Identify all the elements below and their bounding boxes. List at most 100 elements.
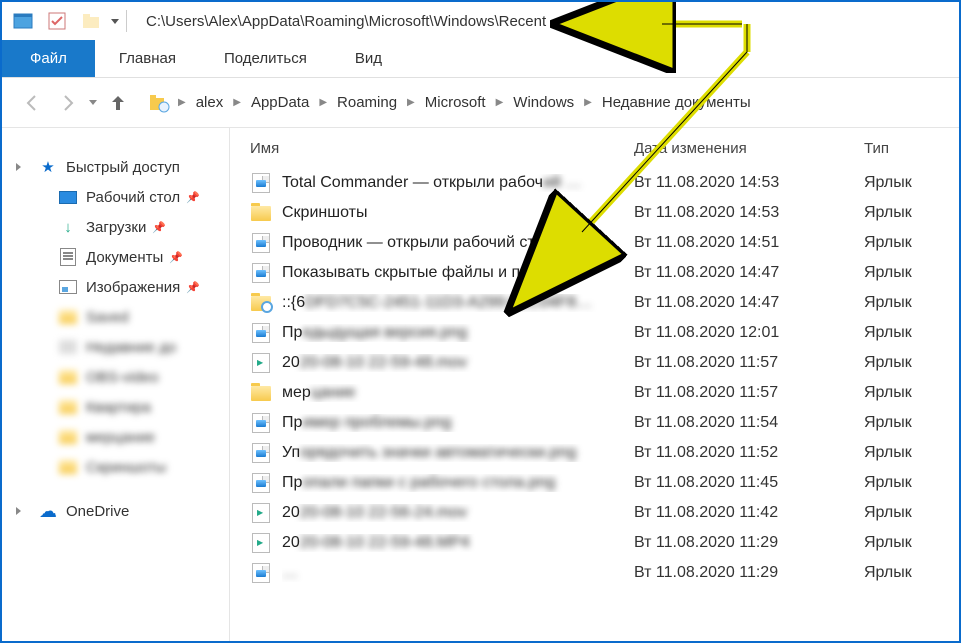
folder-icon [250, 202, 272, 224]
tab-view[interactable]: Вид [331, 40, 406, 77]
file-type: Ярлык [864, 534, 959, 552]
sidebar-item[interactable]: OBS-video [2, 362, 229, 392]
file-date: Вт 11.08.2020 14:47 [634, 294, 864, 312]
breadcrumb[interactable]: ▶ alex ▶ AppData ▶ Roaming ▶ Microsoft ▶… [144, 87, 947, 119]
sidebar-item[interactable]: Saved [2, 302, 229, 332]
chevron-right-icon: ▶ [494, 97, 506, 108]
file-row[interactable]: мерцаниеВт 11.08.2020 11:57Ярлык [230, 378, 959, 408]
downloads-icon: ↓ [58, 217, 78, 237]
explorer-window: C:\Users\Alex\AppData\Roaming\Microsoft\… [0, 0, 961, 643]
breadcrumb-seg[interactable]: Недавние документы [594, 94, 759, 111]
file-date: Вт 11.08.2020 11:42 [634, 504, 864, 522]
file-row[interactable]: …Вт 11.08.2020 11:29Ярлык [230, 558, 959, 588]
file-type: Ярлык [864, 174, 959, 192]
column-headers: Имя Дата изменения Тип [230, 128, 959, 168]
file-row[interactable]: Упорядочить значки автоматически.pngВт 1… [230, 438, 959, 468]
file-row[interactable]: 2020-08-10 22-59-48.MP4Вт 11.08.2020 11:… [230, 528, 959, 558]
breadcrumb-seg[interactable]: Roaming [329, 94, 405, 111]
sidebar-item[interactable]: Квартира [2, 392, 229, 422]
file-name: 2020-08-10 22-59-48.MP4 [282, 534, 634, 552]
mov-icon [250, 502, 272, 524]
divider [126, 10, 127, 32]
col-type[interactable]: Тип [864, 140, 959, 157]
breadcrumb-seg[interactable]: Microsoft [417, 94, 494, 111]
sidebar-item-label: Документы [86, 249, 163, 266]
address-path[interactable]: C:\Users\Alex\AppData\Roaming\Microsoft\… [137, 8, 955, 34]
file-row[interactable]: Пример проблемы.pngВт 11.08.2020 11:54Яр… [230, 408, 959, 438]
breadcrumb-seg[interactable]: Windows [505, 94, 582, 111]
file-row[interactable]: СкриншотыВт 11.08.2020 14:53Ярлык [230, 198, 959, 228]
file-row[interactable]: ::{6DFD7C5C-2451-11D3-A299-00C04F8…Вт 11… [230, 288, 959, 318]
shortcut-icon [250, 172, 272, 194]
new-folder-icon[interactable] [78, 8, 104, 34]
file-date: Вт 11.08.2020 14:51 [634, 234, 864, 252]
chevron-right-icon: ▶ [582, 97, 594, 108]
folder-icon [58, 397, 78, 417]
breadcrumb-seg[interactable]: AppData [243, 94, 317, 111]
tab-file[interactable]: Файл [2, 40, 95, 77]
shortcut-icon [250, 322, 272, 344]
nav-back[interactable] [14, 85, 50, 121]
onedrive-icon: ☁ [38, 501, 58, 521]
file-date: Вт 11.08.2020 11:45 [634, 474, 864, 492]
sidebar-quick-access[interactable]: ★ Быстрый доступ [2, 152, 229, 182]
file-name: Предыдущая версия.png [282, 324, 634, 342]
tab-home[interactable]: Главная [95, 40, 200, 77]
file-type: Ярлык [864, 354, 959, 372]
file-date: Вт 11.08.2020 14:47 [634, 264, 864, 282]
nav-forward[interactable] [50, 85, 86, 121]
tab-share[interactable]: Поделиться [200, 40, 331, 77]
file-row[interactable]: Предыдущая версия.pngВт 11.08.2020 12:01… [230, 318, 959, 348]
nav-history-dropdown[interactable] [86, 90, 100, 116]
sidebar-item[interactable]: Скриншоты [2, 452, 229, 482]
file-row[interactable]: Total Commander — открыли рабочий …Вт 11… [230, 168, 959, 198]
file-date: Вт 11.08.2020 14:53 [634, 204, 864, 222]
file-date: Вт 11.08.2020 14:53 [634, 174, 864, 192]
properties-icon[interactable] [44, 8, 70, 34]
app-icon [10, 8, 36, 34]
sidebar-images[interactable]: Изображения 📌 [2, 272, 229, 302]
sidebar: ★ Быстрый доступ Рабочий стол 📌 ↓ Загрузк… [2, 128, 230, 641]
folder-icon [58, 307, 78, 327]
sidebar-documents[interactable]: Документы📌 [2, 242, 229, 272]
file-name: мерцание [282, 384, 634, 402]
nav-row: ▶ alex ▶ AppData ▶ Roaming ▶ Microsoft ▶… [2, 78, 959, 128]
shortcut-icon [250, 412, 272, 434]
sidebar-item-label: Быстрый доступ [66, 159, 180, 176]
folder-icon [250, 382, 272, 404]
desktop-icon [58, 187, 78, 207]
sidebar-item-label: Рабочий стол [86, 189, 180, 206]
chevron-right-icon: ▶ [176, 97, 188, 108]
folder-icon [58, 367, 78, 387]
sidebar-item[interactable]: мерцание [2, 422, 229, 452]
pin-icon: 📌 [186, 191, 200, 204]
file-name: Пропали папки с рабочего стола.png [282, 474, 634, 492]
file-type: Ярлык [864, 324, 959, 342]
ribbon-tabs: Файл Главная Поделиться Вид [2, 40, 959, 78]
file-name: Total Commander — открыли рабочий … [282, 174, 634, 192]
shortcut-icon [250, 262, 272, 284]
breadcrumb-seg[interactable]: alex [188, 94, 232, 111]
file-row[interactable]: Показывать скрытые файлы и папки.pngВт 1… [230, 258, 959, 288]
file-type: Ярлык [864, 204, 959, 222]
sidebar-onedrive[interactable]: ☁ OneDrive [2, 496, 229, 526]
sidebar-item[interactable]: Недавние до [2, 332, 229, 362]
sidebar-desktop[interactable]: Рабочий стол 📌 [2, 182, 229, 212]
pin-icon: 📌 [186, 281, 200, 294]
file-row[interactable]: 2020-08-10 22-56-24.movВт 11.08.2020 11:… [230, 498, 959, 528]
quick-access-dropdown[interactable] [108, 8, 122, 34]
sidebar-item-label: Изображения [86, 279, 180, 296]
file-row[interactable]: Проводник — открыли рабочий стол.р…Вт 11… [230, 228, 959, 258]
file-row[interactable]: 2020-08-10 22-59-48.movВт 11.08.2020 11:… [230, 348, 959, 378]
pin-icon: 📌 [152, 221, 166, 234]
sidebar-downloads[interactable]: ↓ Загрузки📌 [2, 212, 229, 242]
file-row[interactable]: Пропали папки с рабочего стола.pngВт 11.… [230, 468, 959, 498]
col-name[interactable]: Имя [250, 140, 634, 157]
file-date: Вт 11.08.2020 11:52 [634, 444, 864, 462]
foldersearch-icon [250, 292, 272, 314]
nav-up[interactable] [100, 85, 136, 121]
file-name: Упорядочить значки автоматически.png [282, 444, 634, 462]
folder-icon [58, 337, 78, 357]
file-date: Вт 11.08.2020 12:01 [634, 324, 864, 342]
col-date[interactable]: Дата изменения [634, 140, 864, 157]
